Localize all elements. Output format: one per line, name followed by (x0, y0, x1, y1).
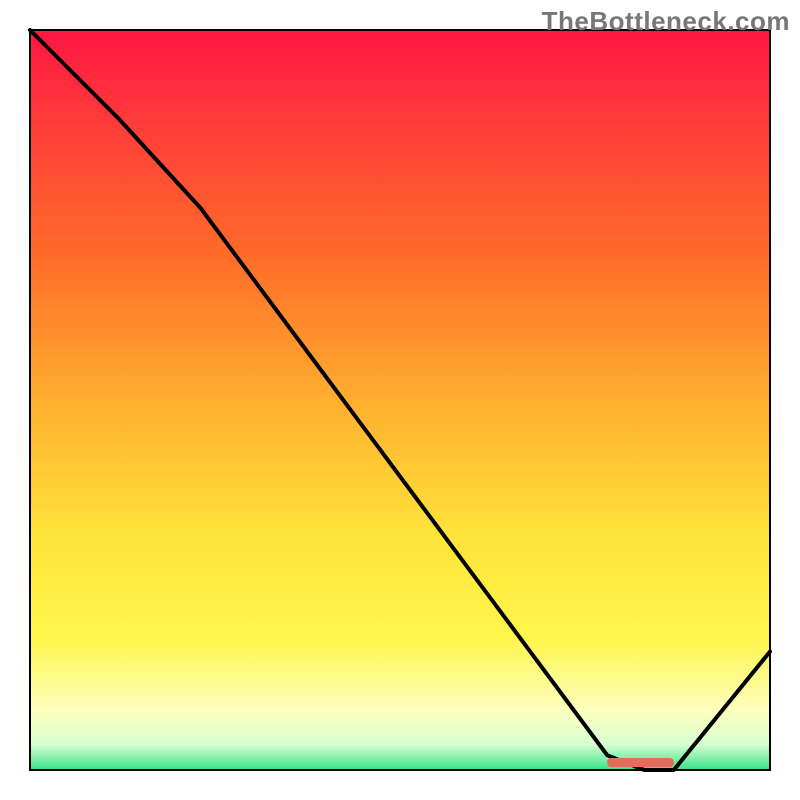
chart-svg (0, 0, 800, 800)
chart-root: TheBottleneck.com (0, 0, 800, 800)
optimal-band-marker (607, 758, 674, 767)
attribution-text: TheBottleneck.com (542, 6, 790, 37)
